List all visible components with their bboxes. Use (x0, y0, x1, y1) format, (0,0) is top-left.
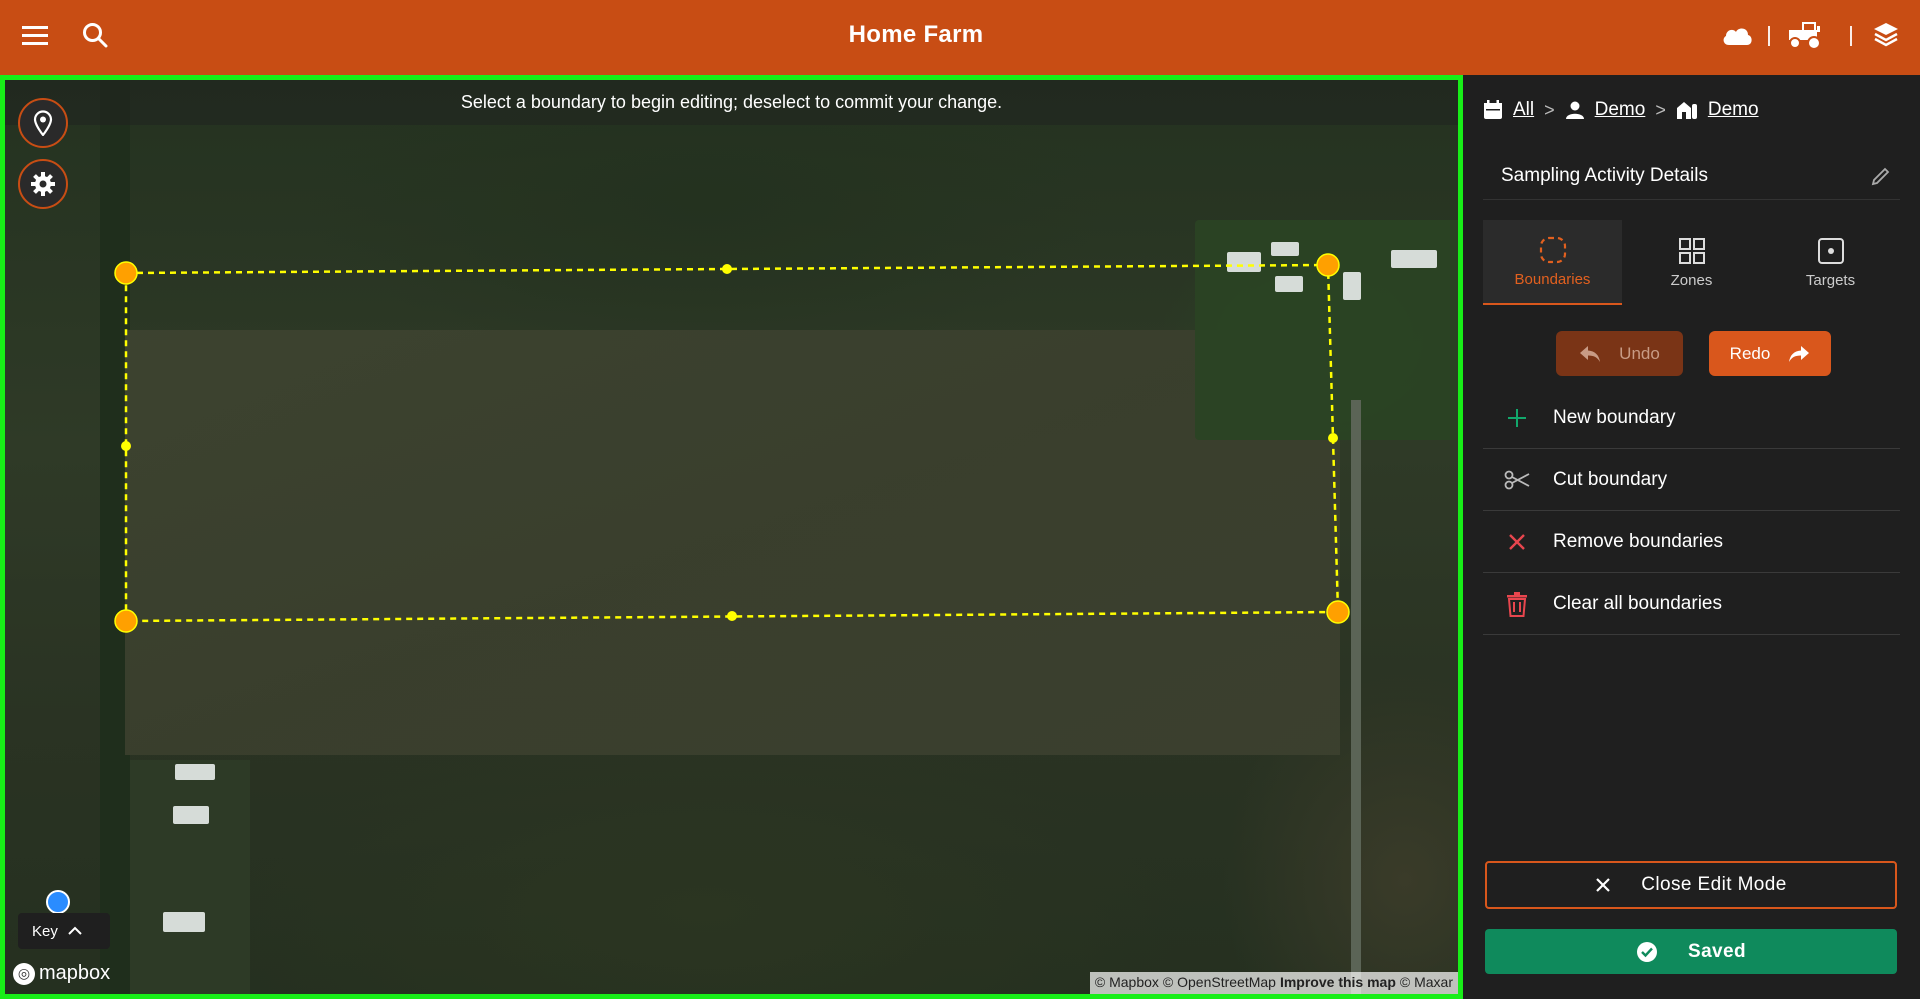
activity-details-header: Sampling Activity Details (1483, 152, 1900, 200)
close-edit-mode-button[interactable]: Close Edit Mode (1485, 861, 1897, 909)
clear-all-boundaries-button[interactable]: Clear all boundaries (1483, 573, 1900, 635)
boundary-vertex (1326, 600, 1350, 624)
redo-arrow-icon (1789, 345, 1810, 362)
close-edit-label: Close Edit Mode (1641, 874, 1787, 895)
close-icon (1596, 878, 1611, 892)
edit-pencil-icon[interactable] (1870, 165, 1892, 187)
improve-map-link[interactable]: Improve this map (1280, 974, 1396, 992)
chevron-right-icon: > (1655, 99, 1666, 120)
attribution-osm[interactable]: © OpenStreetMap (1163, 974, 1276, 992)
grid-icon (1678, 238, 1705, 264)
search-icon[interactable] (80, 20, 110, 50)
top-app-bar: Home Farm (0, 0, 1920, 75)
boundary-midpoint (121, 441, 131, 451)
breadcrumb-user[interactable]: Demo (1595, 99, 1646, 121)
saved-status-button[interactable]: Saved (1485, 929, 1897, 974)
saved-label: Saved (1688, 940, 1746, 962)
action-label: New boundary (1553, 406, 1676, 428)
target-icon (1817, 238, 1844, 264)
key-label: Key (32, 922, 58, 940)
tractor-icon[interactable] (1784, 18, 1826, 52)
calendar-icon (1484, 100, 1502, 119)
current-location-dot (46, 890, 70, 914)
chevron-up-icon (68, 926, 82, 935)
gear-icon (31, 172, 55, 196)
action-label: Remove boundaries (1553, 530, 1724, 552)
app-title: Home Farm (848, 21, 984, 48)
breadcrumb-farm[interactable]: Demo (1708, 99, 1759, 121)
cut-boundary-button[interactable]: Cut boundary (1483, 449, 1900, 511)
undo-redo-group: Undo Redo (1556, 331, 1831, 376)
new-boundary-button[interactable]: New boundary (1483, 387, 1900, 449)
attribution-maxar[interactable]: © Maxar (1400, 974, 1453, 992)
remove-boundaries-button[interactable]: Remove boundaries (1483, 511, 1900, 573)
tab-targets[interactable]: Targets (1761, 220, 1900, 305)
menu-icon[interactable] (20, 22, 50, 48)
edit-tabs: Boundaries Zones Targets (1483, 220, 1900, 305)
tab-zones[interactable]: Zones (1622, 220, 1761, 305)
plus-icon (1508, 408, 1526, 427)
redo-button[interactable]: Redo (1709, 331, 1831, 376)
check-circle-icon (1637, 941, 1657, 962)
location-button[interactable] (18, 98, 68, 148)
activity-details-title: Sampling Activity Details (1501, 164, 1708, 186)
boundary-midpoint (727, 611, 737, 621)
boundary-outline (124, 263, 1340, 623)
boundary-midpoint (1328, 433, 1338, 443)
tab-label: Targets (1805, 272, 1856, 289)
boundary-actions: New boundary Cut boundary Remove boundar… (1483, 387, 1900, 635)
header-divider (1768, 26, 1770, 46)
layers-icon[interactable] (1870, 18, 1902, 50)
map-attribution: © Mapbox © OpenStreetMap Improve this ma… (1089, 972, 1458, 994)
map-key-toggle[interactable]: Key (18, 913, 110, 949)
tab-label: Boundaries (1514, 271, 1591, 288)
tab-boundaries[interactable]: Boundaries (1483, 220, 1622, 305)
breadcrumb: All > Demo > Demo (1483, 95, 1759, 125)
user-icon (1565, 101, 1584, 119)
cloud-icon[interactable] (1720, 20, 1754, 50)
scissors-icon (1504, 470, 1530, 489)
mapbox-logo[interactable]: ◎ mapbox (13, 962, 110, 985)
mapbox-logo-text: mapbox (39, 962, 111, 984)
map-view[interactable]: Select a boundary to begin editing; dese… (0, 75, 1463, 999)
action-label: Cut boundary (1553, 468, 1668, 490)
boundary-vertex (114, 609, 138, 633)
boundary-icon (1539, 236, 1566, 264)
x-icon (1509, 533, 1525, 550)
boundary-vertex (114, 261, 138, 285)
trash-icon (1507, 591, 1527, 617)
edit-instructions-banner: Select a boundary to begin editing; dese… (5, 80, 1458, 125)
location-pin-icon (33, 110, 53, 136)
field-boundary[interactable] (5, 80, 1458, 994)
undo-label: Undo (1619, 343, 1660, 363)
chevron-right-icon: > (1544, 99, 1555, 120)
boundary-midpoint (722, 264, 732, 274)
action-label: Clear all boundaries (1553, 592, 1722, 614)
header-divider (1850, 26, 1852, 46)
undo-button[interactable]: Undo (1556, 331, 1683, 376)
redo-label: Redo (1729, 343, 1771, 363)
map-settings-button[interactable] (18, 159, 68, 209)
mapbox-logo-icon: ◎ (13, 962, 35, 985)
boundary-vertex (1316, 253, 1340, 277)
side-panel: All > Demo > Demo Sampling Activity Deta… (1463, 75, 1920, 999)
undo-arrow-icon (1580, 345, 1601, 362)
attribution-mapbox[interactable]: © Mapbox (1095, 974, 1159, 992)
tab-label: Zones (1670, 272, 1713, 289)
farm-icon (1676, 102, 1697, 119)
breadcrumb-all[interactable]: All (1513, 99, 1534, 121)
